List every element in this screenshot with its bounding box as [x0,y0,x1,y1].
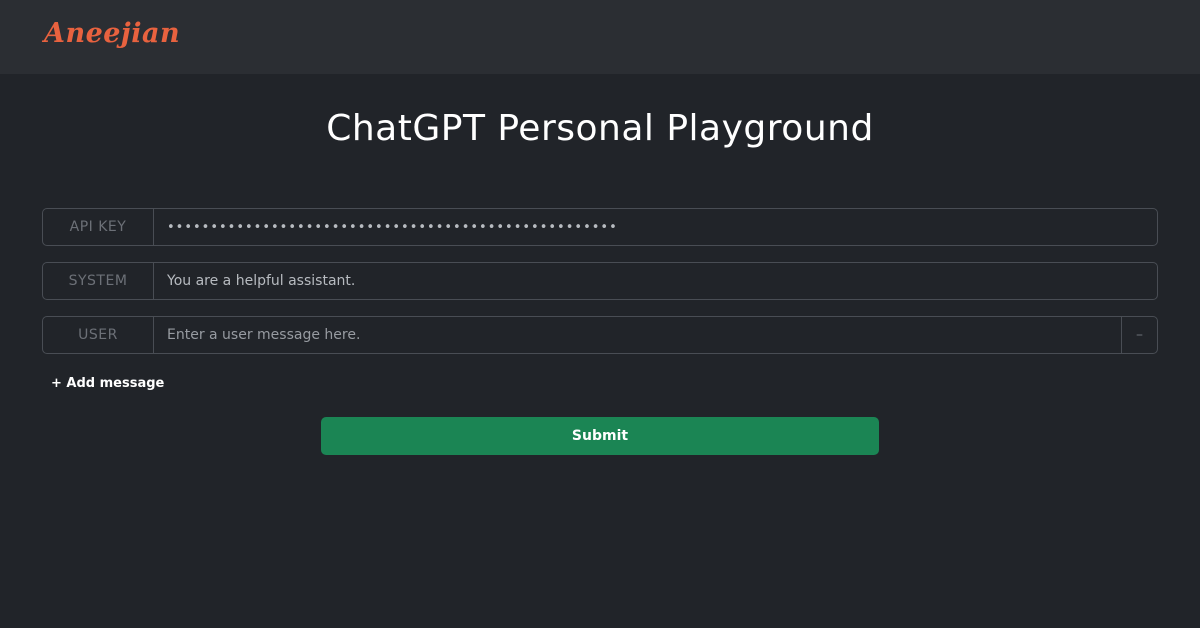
submit-button[interactable]: Submit [321,417,879,455]
user-message-group: USER – [42,316,1158,354]
system-input[interactable] [154,263,1157,299]
user-message-input[interactable] [154,317,1121,353]
api-key-group: API KEY [42,208,1158,246]
remove-message-button[interactable]: – [1121,317,1157,353]
page-title: ChatGPT Personal Playground [326,108,874,149]
brand-logo[interactable]: Aneejian [44,18,180,49]
api-key-label: API KEY [43,209,154,245]
navbar: Aneejian [0,0,1200,74]
user-label: USER [43,317,154,353]
system-group: SYSTEM [42,262,1158,300]
add-message-button[interactable]: + Add message [51,376,164,391]
api-key-input[interactable] [154,209,1157,245]
system-label: SYSTEM [43,263,154,299]
